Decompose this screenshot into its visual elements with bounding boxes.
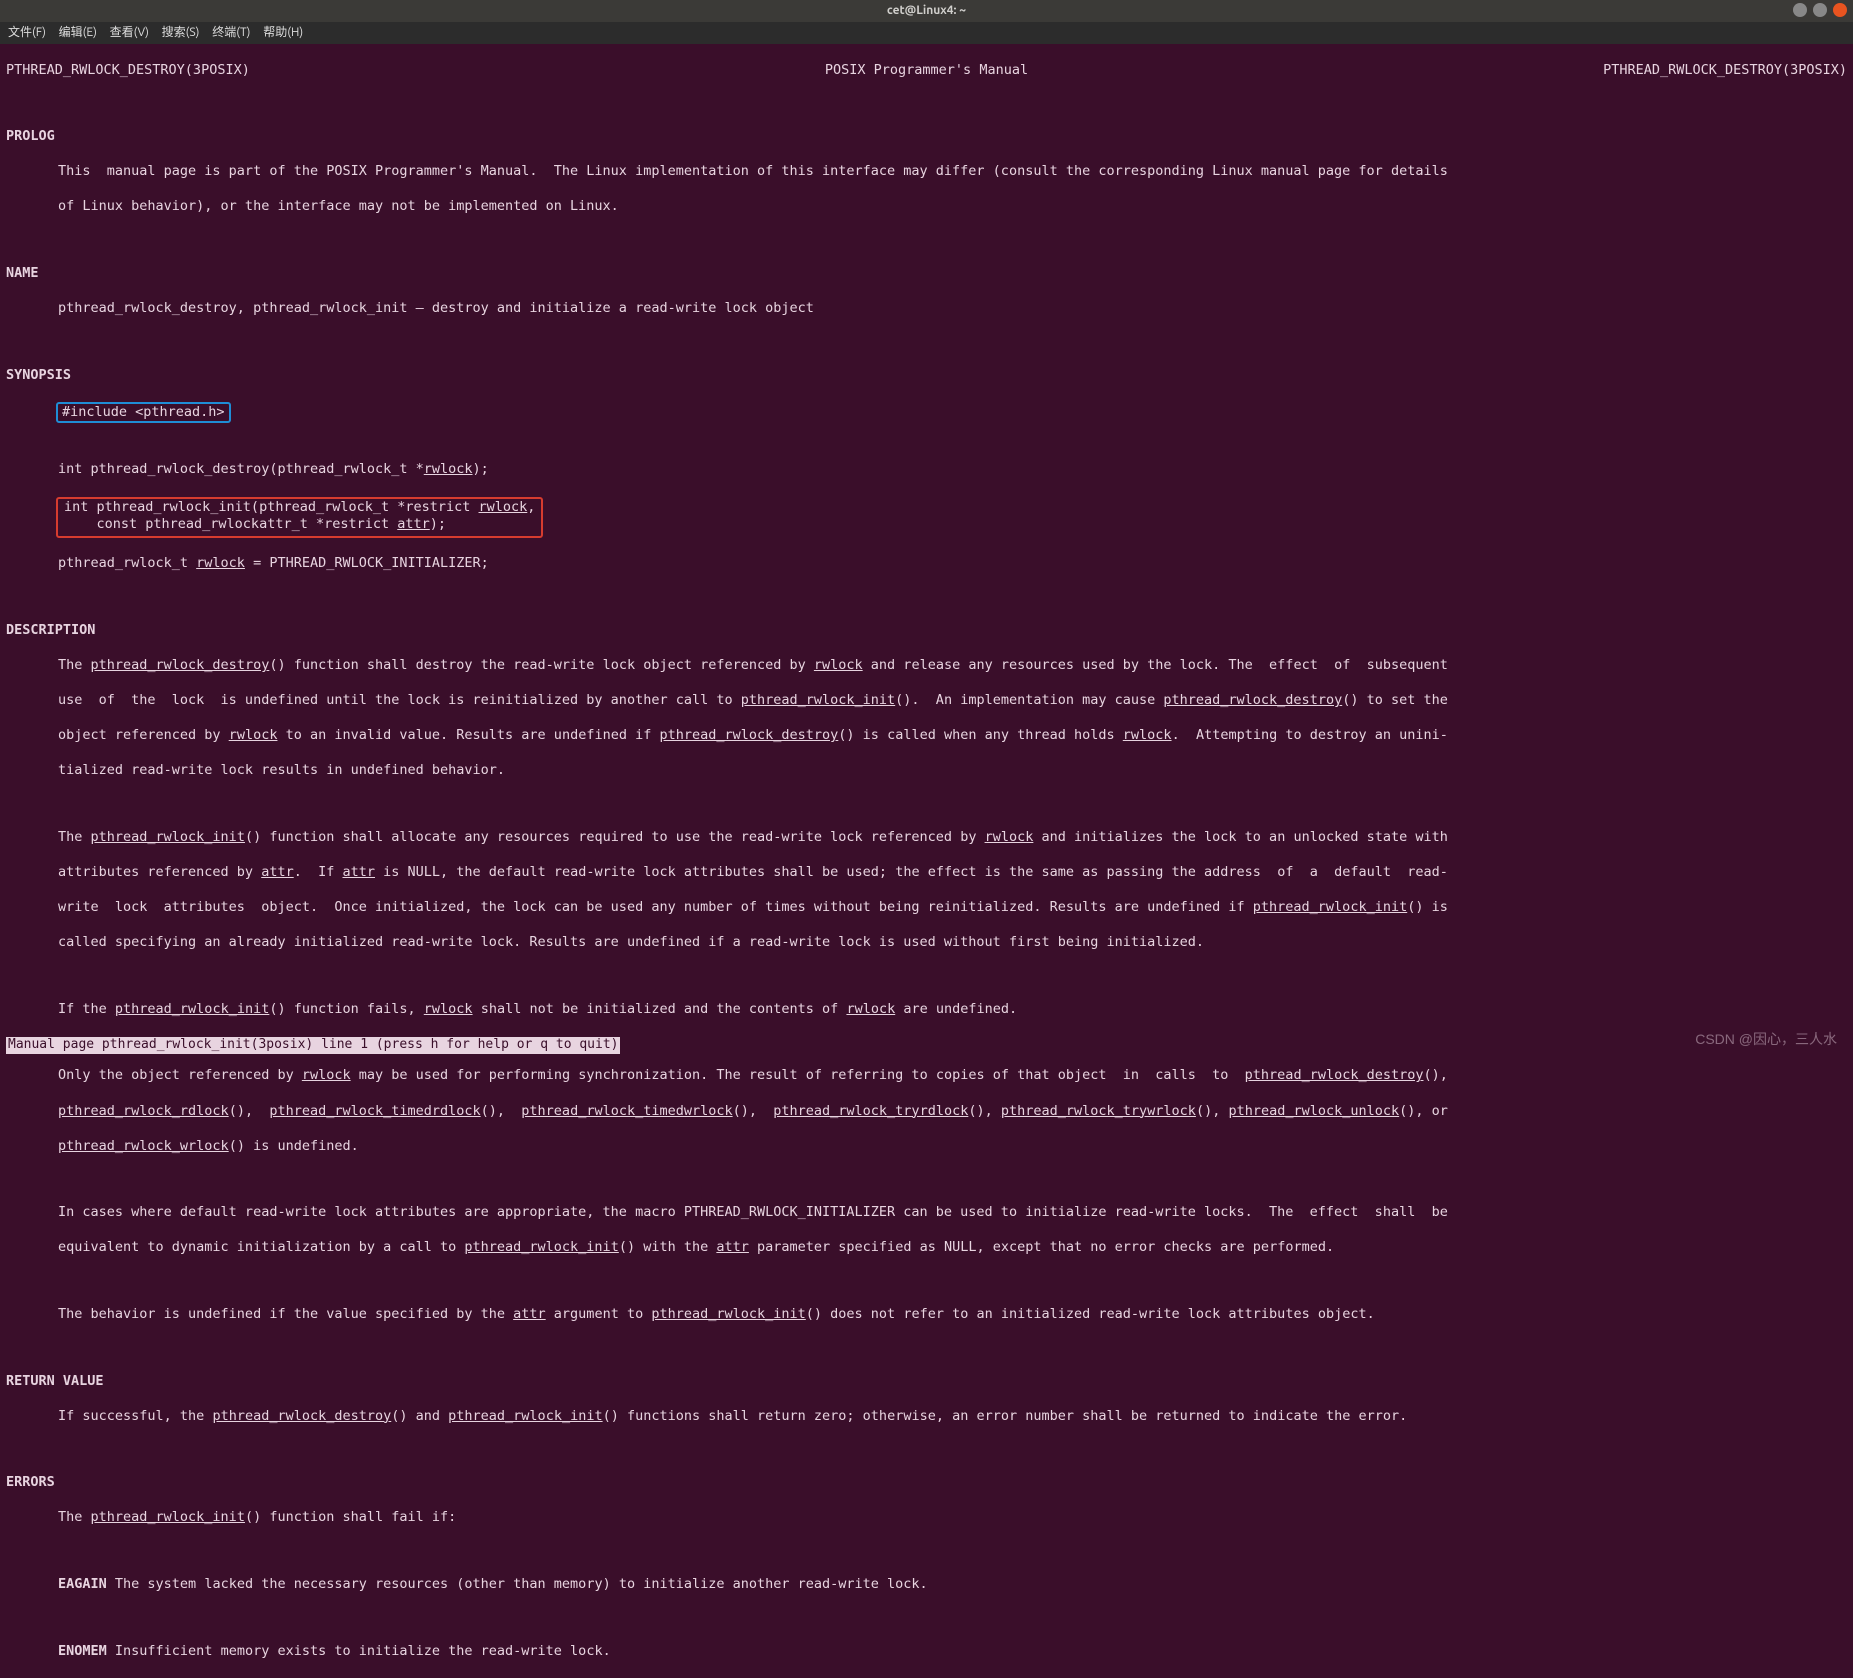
window-controls [1793,3,1847,17]
man-header: PTHREAD_RWLOCK_DESTROY(3POSIX) POSIX Prog… [6,62,1847,80]
section-description: DESCRIPTION [6,622,1847,640]
synopsis-init-box: int pthread_rwlock_init(pthread_rwlock_t… [56,497,543,538]
minimize-icon[interactable] [1793,3,1807,17]
desc-p1-l4: tialized read-write lock results in unde… [6,762,1847,780]
desc-p1-l1: The pthread_rwlock_destroy() function sh… [6,657,1847,675]
maximize-icon[interactable] [1813,3,1827,17]
section-errors: ERRORS [6,1474,1847,1492]
name-text: pthread_rwlock_destroy, pthread_rwlock_i… [6,300,1847,318]
desc-p5-l2: equivalent to dynamic initialization by … [6,1239,1847,1257]
desc-p4-l3: pthread_rwlock_wrlock() is undefined. [6,1138,1847,1156]
menu-file[interactable]: 文件(F) [8,26,46,39]
window-title: cet@Linux4: ~ [887,4,966,17]
watermark: CSDN @因心，三人水 [1695,1030,1837,1048]
error-enomem: ENOMEM Insufficient memory exists to ini… [6,1643,1847,1661]
header-right: PTHREAD_RWLOCK_DESTROY(3POSIX) [1603,62,1847,80]
desc-p1-l2: use of the lock is undefined until the l… [6,692,1847,710]
prolog-text-2: of Linux behavior), or the interface may… [6,198,1847,216]
manpage-content: PTHREAD_RWLOCK_DESTROY(3POSIX) POSIX Prog… [0,44,1853,1678]
menu-terminal[interactable]: 终端(T) [212,26,250,39]
synopsis-static: pthread_rwlock_t rwlock = PTHREAD_RWLOCK… [6,555,1847,573]
desc-p5-l1: In cases where default read-write lock a… [6,1204,1847,1222]
synopsis-include-box: #include <pthread.h> [56,402,231,424]
man-status-bar: Manual page pthread_rwlock_init(3posix) … [6,1037,620,1054]
close-icon[interactable] [1833,3,1847,17]
desc-p3: If the pthread_rwlock_init() function fa… [6,1001,1847,1019]
menubar: 文件(F) 编辑(E) 查看(V) 搜索(S) 终端(T) 帮助(H) [0,22,1853,44]
section-prolog: PROLOG [6,128,1847,146]
menu-help[interactable]: 帮助(H) [263,26,303,39]
menu-view[interactable]: 查看(V) [110,26,149,39]
menu-edit[interactable]: 编辑(E) [59,26,97,39]
synopsis-destroy: int pthread_rwlock_destroy(pthread_rwloc… [6,461,1847,479]
section-synopsis: SYNOPSIS [6,367,1847,385]
desc-p2-l4: called specifying an already initialized… [6,934,1847,952]
window-titlebar: cet@Linux4: ~ [0,0,1853,22]
header-left: PTHREAD_RWLOCK_DESTROY(3POSIX) [6,62,250,80]
menu-search[interactable]: 搜索(S) [162,26,200,39]
desc-p2-l3: write lock attributes object. Once initi… [6,899,1847,917]
desc-p4-l2: pthread_rwlock_rdlock(), pthread_rwlock_… [6,1103,1847,1121]
desc-p2-l2: attributes referenced by attr. If attr i… [6,864,1847,882]
prolog-text-1: This manual page is part of the POSIX Pr… [6,163,1847,181]
section-return-value: RETURN VALUE [6,1373,1847,1391]
desc-p1-l3: object referenced by rwlock to an invali… [6,727,1847,745]
section-name: NAME [6,265,1847,283]
desc-p2-l1: The pthread_rwlock_init() function shall… [6,829,1847,847]
return-value-text: If successful, the pthread_rwlock_destro… [6,1408,1847,1426]
desc-p6: The behavior is undefined if the value s… [6,1306,1847,1324]
errors-intro: The pthread_rwlock_init() function shall… [6,1509,1847,1527]
desc-p4-l1: Only the object referenced by rwlock may… [6,1067,1847,1085]
header-center: POSIX Programmer's Manual [825,62,1028,80]
error-eagain: EAGAIN The system lacked the necessary r… [6,1576,1847,1594]
